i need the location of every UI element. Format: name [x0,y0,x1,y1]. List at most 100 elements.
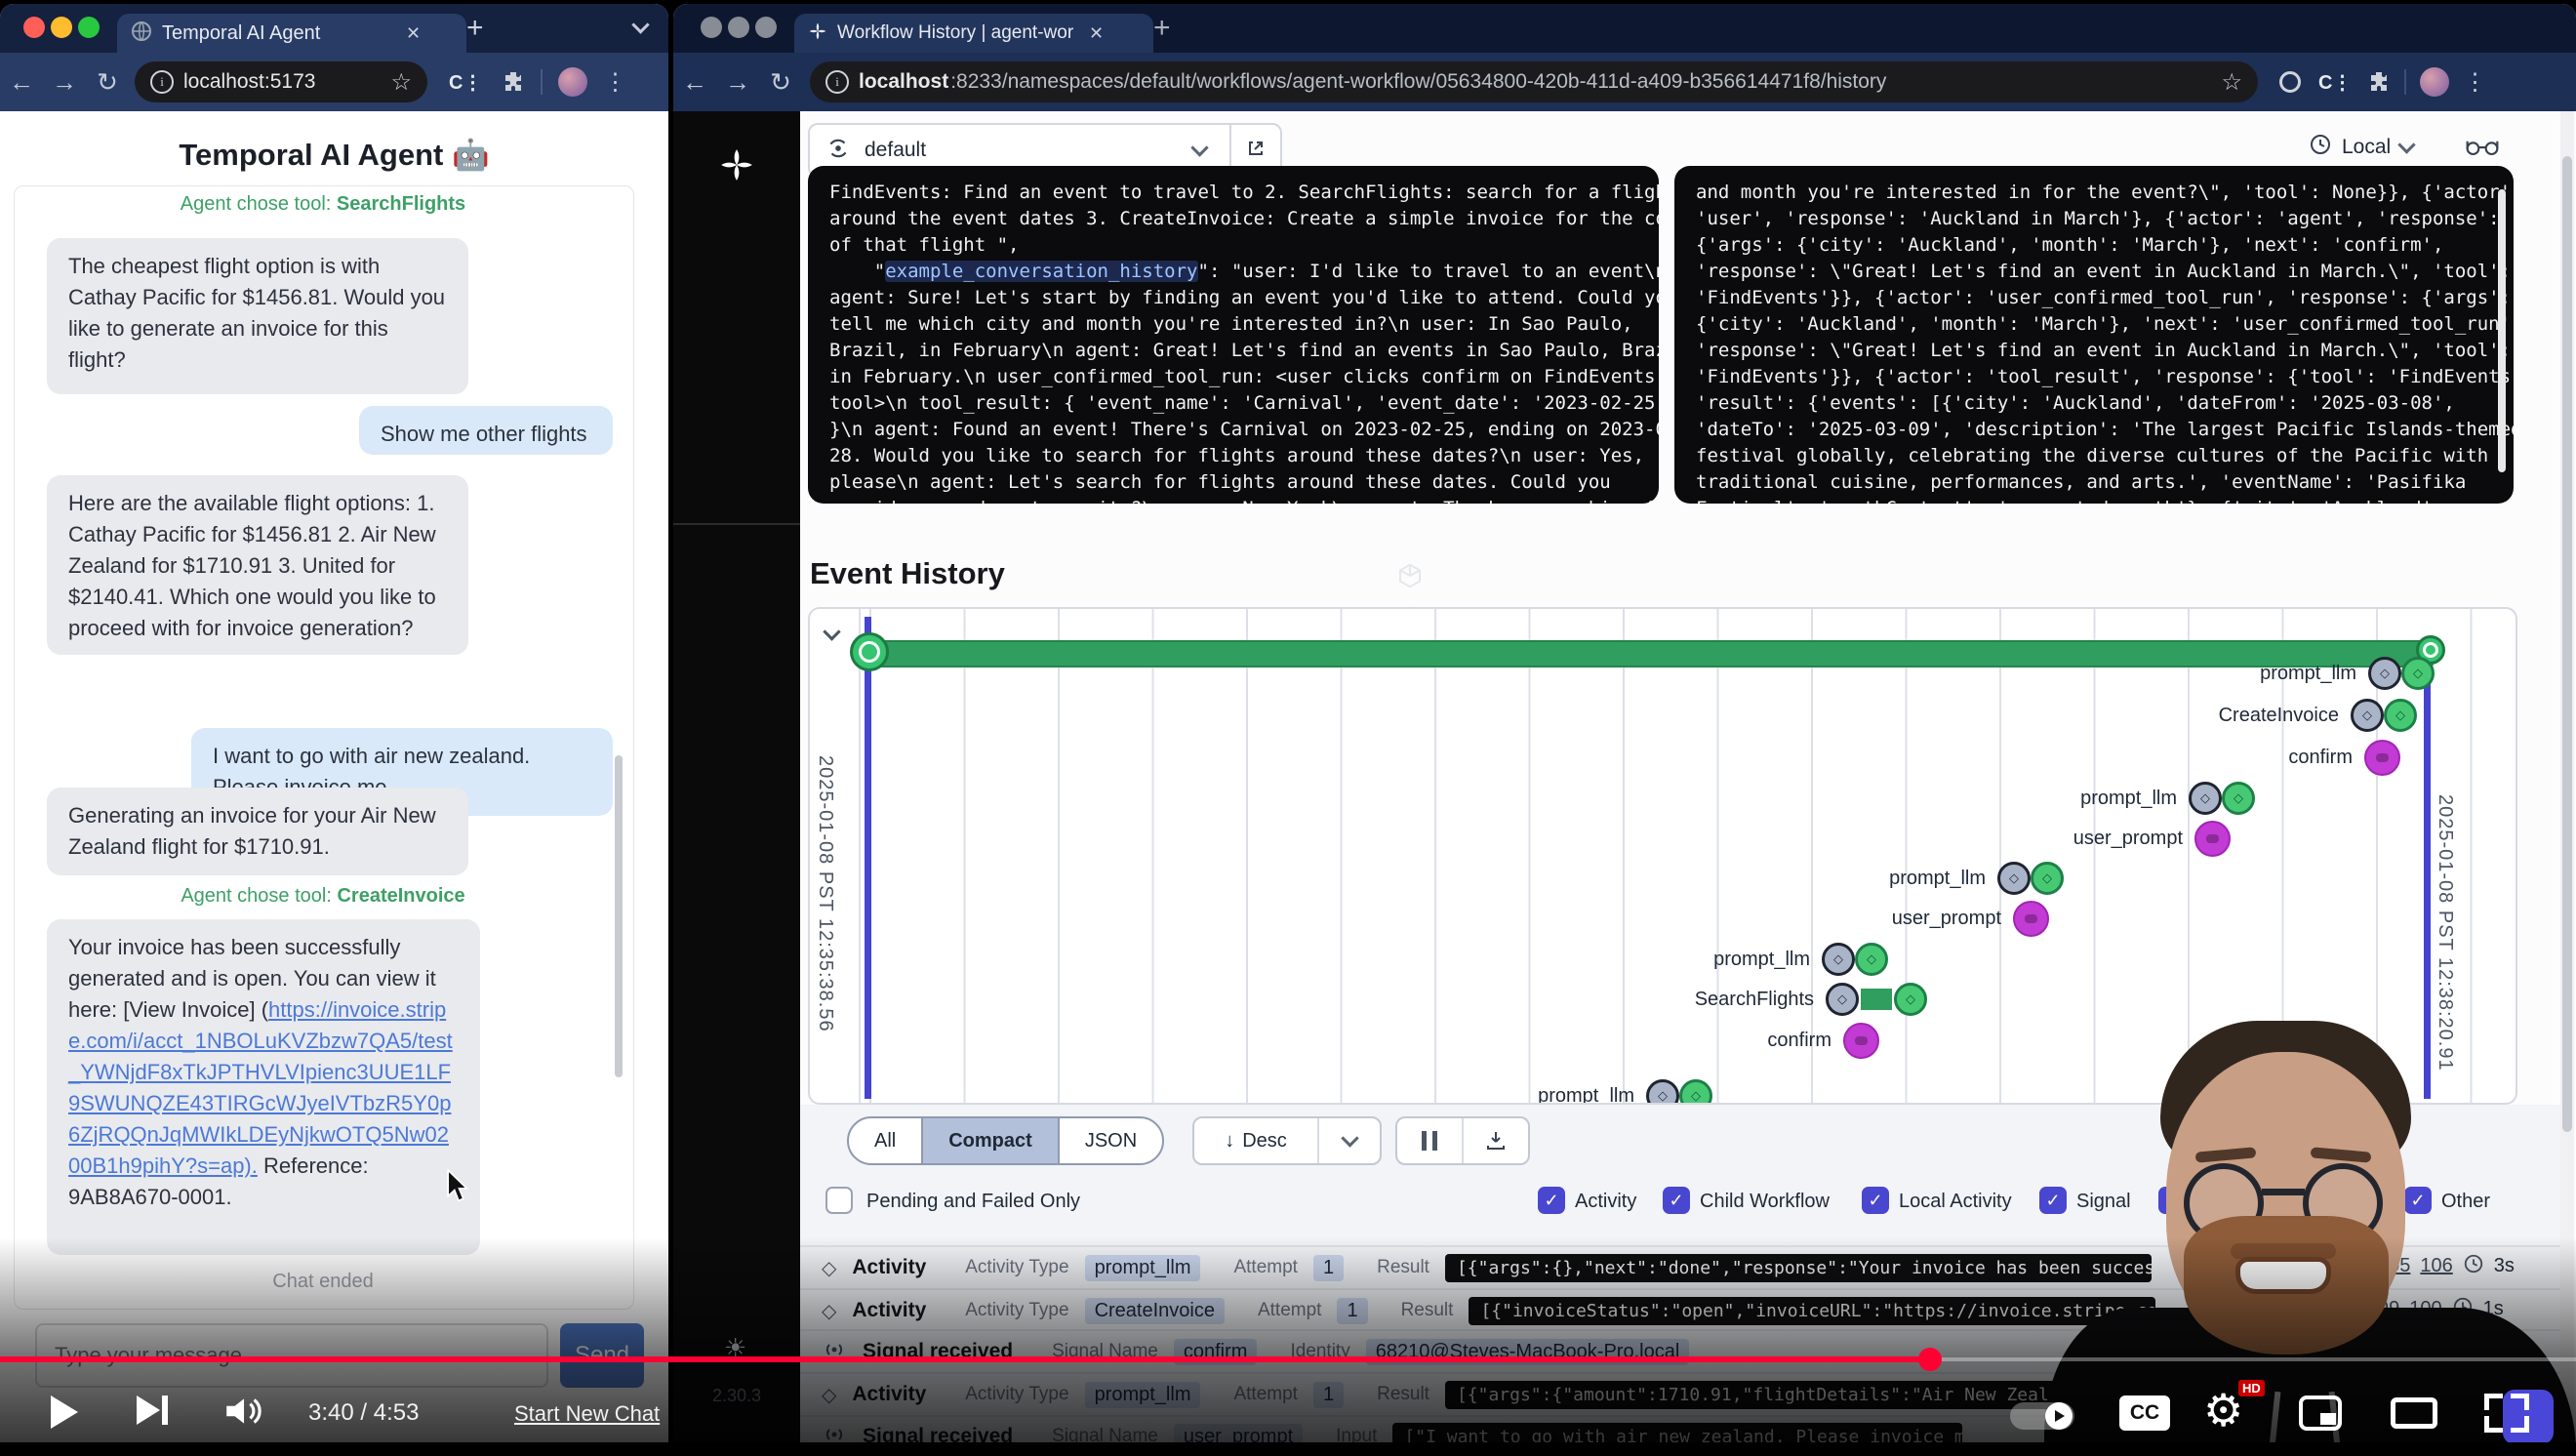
password-manager-icon[interactable] [2279,71,2301,93]
extensions-puzzle-icon[interactable] [2367,68,2391,97]
timeline-event[interactable]: confirm [2288,740,2400,776]
timeline-event[interactable]: CreateInvoice ◇◇ [2219,699,2417,732]
sidebar-nexus-icon[interactable] [1395,561,1425,590]
timeline-start-line [865,617,871,1099]
code-panel-scrollbar[interactable] [2498,189,2506,472]
down-arrow-icon: ↓ [1225,1130,1234,1153]
filter-child-workflow-checkbox[interactable]: ✓ [1663,1187,1690,1214]
tab-title: Workflow History | agent-wor [837,22,1079,44]
extension-c-icon[interactable]: C⋮ [2318,70,2352,95]
forward-icon[interactable]: → [716,67,759,98]
sidebar-divider [673,523,800,525]
address-bar[interactable]: i localhost:5173 ☆ [135,61,427,102]
open-in-new-icon[interactable] [1231,138,1280,164]
timeline-event[interactable]: prompt_llm ◇◇ [1538,1079,1712,1105]
profile-avatar[interactable] [558,67,587,97]
close-window-button[interactable] [23,17,45,38]
timeline-event[interactable]: prompt_llm ◇◇ [2260,657,2435,690]
timeline-event[interactable]: user_prompt [1892,901,2049,937]
video-progress-playhead[interactable] [1918,1348,1942,1371]
reload-icon[interactable]: ↻ [759,67,802,98]
next-button[interactable] [137,1395,168,1425]
activity-scheduled-marker-icon: ◇ [2368,657,2401,690]
extensions-puzzle-icon[interactable] [502,68,525,97]
bookmark-star-icon[interactable]: ☆ [390,68,412,97]
site-info-icon[interactable]: i [150,70,174,94]
pause-download-group [1395,1116,1530,1165]
profile-avatar[interactable] [2420,67,2449,97]
timeline-event[interactable]: prompt_llm ◇◇ [1889,862,2064,895]
sort-desc-button[interactable]: ↓Desc [1194,1118,1317,1163]
video-progress-bar-remaining[interactable] [1930,1357,2576,1361]
back-icon[interactable]: ← [673,67,716,98]
zoom-window-button[interactable] [755,17,777,38]
sort-order-button: ↓Desc [1192,1116,1382,1165]
bookmark-star-icon[interactable]: ☆ [2221,68,2242,97]
timeline-event[interactable]: prompt_llm ◇◇ [2080,782,2255,815]
workflow-execution-bar[interactable] [861,640,2434,667]
minimize-window-button[interactable] [51,17,72,38]
site-info-icon[interactable]: i [825,70,849,94]
pause-button[interactable] [1397,1118,1462,1163]
activity-scheduled-marker-icon: ◇ [1997,862,2031,895]
activity-completed-marker-icon: ◇ [2384,699,2417,732]
play-button[interactable] [51,1395,78,1429]
tab-overflow-chevron-icon[interactable] [631,16,649,33]
view-toggle: All Compact JSON [847,1116,1164,1165]
timezone-selector[interactable]: Local [2309,133,2413,161]
browser-menu-icon[interactable]: ⋮ [2463,68,2486,97]
page-title: Temporal AI Agent 🤖 [0,137,668,173]
left-toolbar: ← → ↻ i localhost:5173 ☆ C⋮ ⋮ [0,53,668,111]
volume-icon[interactable] [222,1394,263,1434]
invoice-link[interactable]: https://invoice.stripe.com/i/acct_1NBOLu… [68,997,453,1178]
new-tab-button[interactable]: + [1153,12,1171,45]
miniplayer-button[interactable] [2299,1395,2342,1431]
view-tab-all[interactable]: All [849,1118,921,1163]
view-tab-compact[interactable]: Compact [921,1118,1058,1163]
close-window-button[interactable] [701,17,722,38]
activity-scheduled-marker-icon: ◇ [1826,983,1859,1016]
chat-scrollbar[interactable] [615,755,623,1077]
new-tab-button[interactable]: + [466,12,484,45]
activity-completed-marker-icon: ◇ [2031,862,2064,895]
right-tab-strip: Workflow History | agent-wor ✕ + [673,4,2576,53]
theater-mode-button[interactable] [2391,1397,2437,1429]
zoom-window-button[interactable] [78,17,100,38]
letterbox-bar [0,1442,2576,1456]
pending-failed-checkbox[interactable] [825,1187,853,1214]
filter-local-activity-checkbox[interactable]: ✓ [1862,1187,1889,1214]
timeline-event[interactable]: SearchFlights ◇◇ [1695,983,1927,1016]
extension-c-icon[interactable]: C⋮ [449,70,482,95]
agent-message: Here are the available flight options: 1… [47,475,468,655]
activity-completed-marker-icon: ◇ [2222,782,2255,815]
temporal-logo-icon[interactable] [718,146,755,183]
filter-activity-checkbox[interactable]: ✓ [1538,1187,1565,1214]
browser-menu-icon[interactable]: ⋮ [603,68,626,97]
view-tab-json[interactable]: JSON [1058,1118,1162,1163]
start-new-chat-link[interactable]: Start New Chat [514,1401,660,1427]
download-icon[interactable] [1462,1118,1528,1163]
workflow-input-code-panel[interactable]: FindEvents: Find an event to travel to 2… [808,166,1659,504]
workflow-start-marker[interactable] [850,632,889,671]
reload-icon[interactable]: ↻ [86,67,129,98]
timeline-event[interactable]: prompt_llm ◇◇ [1713,943,1888,976]
page-scrollbar-thumb[interactable] [2562,156,2572,1132]
tab-temporal-ai-agent[interactable]: Temporal AI Agent ✕ [117,14,466,53]
autoplay-toggle[interactable] [2010,1402,2074,1430]
timeline-event[interactable]: confirm [1767,1023,1879,1059]
sort-chevron-button[interactable] [1317,1118,1380,1163]
tab-workflow-history[interactable]: Workflow History | agent-wor ✕ [794,14,1153,53]
video-progress-bar-played[interactable] [0,1356,1930,1362]
workflow-result-code-panel[interactable]: and month you're interested in for the e… [1674,166,2514,504]
timeline-event[interactable]: user_prompt [2073,821,2231,857]
minimize-window-button[interactable] [728,17,749,38]
tool-banner-searchflights: Agent chose tool: SearchFlights [14,193,632,216]
close-tab-icon[interactable]: ✕ [1089,23,1104,44]
address-bar[interactable]: i localhost :8233/namespaces/default/wor… [810,61,2258,102]
back-icon[interactable]: ← [0,67,43,98]
forward-icon[interactable]: → [43,67,86,98]
labs-glasses-icon[interactable] [2465,133,2500,163]
captions-button[interactable]: CC [2119,1395,2170,1431]
fullscreen-button[interactable] [2484,1394,2529,1433]
close-tab-icon[interactable]: ✕ [406,23,421,44]
